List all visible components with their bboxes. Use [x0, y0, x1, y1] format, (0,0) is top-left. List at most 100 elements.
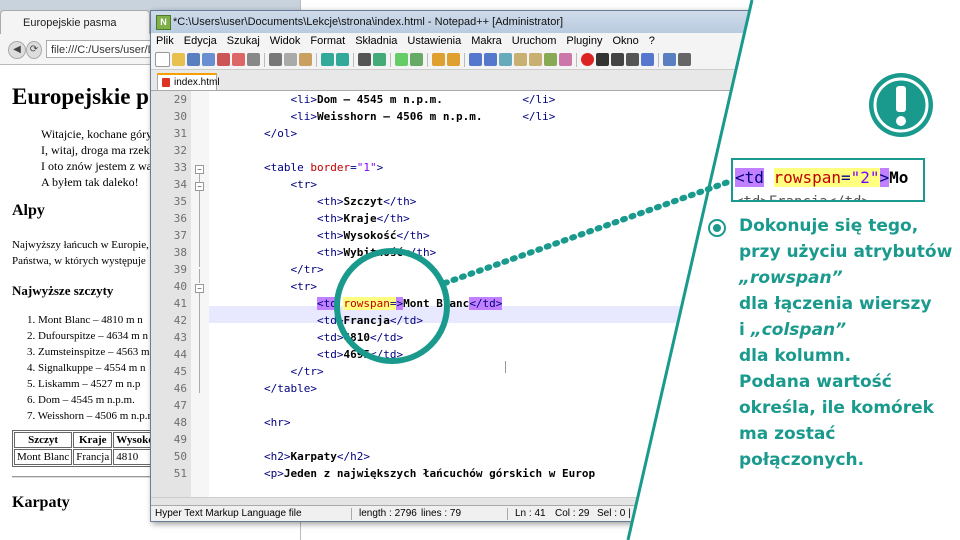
code-text: Kraje [343, 212, 377, 225]
code-tag: </h2> [336, 450, 370, 463]
desc-line: połączonych. [739, 450, 865, 470]
line-number: 31 [173, 127, 187, 140]
back-icon[interactable]: ◀ [8, 41, 26, 59]
code-tag: </table> [263, 382, 317, 395]
line-number: 49 [173, 433, 187, 446]
code-tag: <h2> [263, 450, 291, 463]
print-icon[interactable] [247, 53, 260, 66]
udl-icon[interactable] [514, 53, 527, 66]
indent-guide-icon[interactable] [499, 53, 512, 66]
desc-line: Dokonuje się tego, [739, 216, 919, 236]
list-item: 5. Liskamm – 4527 m n.p [27, 378, 141, 390]
fold-margin [191, 91, 209, 497]
close-all-icon[interactable] [232, 53, 245, 66]
poem-line: I, witaj, droga ma rzeko [41, 143, 156, 157]
code-text: Wybitność [343, 246, 404, 259]
line-number: 30 [173, 110, 187, 123]
menu-widok[interactable]: Widok [265, 33, 306, 50]
line-number: 51 [173, 467, 187, 480]
stop-macro-icon[interactable] [596, 53, 609, 66]
menu-okno[interactable]: Okno [607, 33, 643, 50]
status-filetype: Hyper Text Markup Language file [155, 508, 302, 519]
cut-icon[interactable] [269, 53, 282, 66]
play-macro-icon[interactable] [611, 53, 624, 66]
close-file-icon[interactable] [217, 53, 230, 66]
desc-line: dla łączenia wierszy [739, 294, 932, 314]
zoom-out-icon[interactable] [410, 53, 423, 66]
menu-edycja[interactable]: Edycja [179, 33, 222, 50]
undo-icon[interactable] [321, 53, 334, 66]
code-line-29: <li>Dom – 4545 m n.p.m. </li> [211, 93, 555, 106]
callout-code-line: <td rowspan="2">Mo [735, 168, 908, 187]
toolbar-separator [390, 52, 391, 67]
copy-icon[interactable] [284, 53, 297, 66]
doc-map-icon[interactable] [529, 53, 542, 66]
record-macro-icon[interactable] [581, 53, 594, 66]
paste-icon[interactable] [299, 53, 312, 66]
status-separator [351, 508, 352, 520]
desc-line: „rowspan” [739, 265, 959, 291]
line-number: 43 [173, 331, 187, 344]
code-line-34: <tr> [211, 178, 317, 191]
function-list-icon[interactable] [544, 53, 557, 66]
redo-icon[interactable] [336, 53, 349, 66]
browser-tab[interactable]: Europejskie pasma górskie [0, 10, 150, 53]
sync-v-icon[interactable] [432, 53, 445, 66]
toolbar-separator [464, 52, 465, 67]
npp-toolbar [151, 50, 753, 70]
callout-value: "2" [850, 168, 880, 187]
callout-text: Mo [889, 168, 909, 187]
code-editor[interactable]: 29 30 31 32 33 34 35 36 37 38 39 40 41 4… [151, 91, 753, 497]
table-cell: Francja [73, 449, 113, 465]
extra-tool-icon[interactable] [678, 53, 691, 66]
spellcheck-icon[interactable] [663, 53, 676, 66]
zoom-in-icon[interactable] [395, 53, 408, 66]
fold-toggle-icon[interactable]: − [195, 165, 204, 174]
menu-skladnia[interactable]: Składnia [350, 33, 402, 50]
replace-icon[interactable] [373, 53, 386, 66]
code-value: "1" [356, 161, 377, 174]
code-line-31: </ol> [211, 127, 297, 140]
code-tag: <li> [290, 93, 317, 106]
menu-help[interactable]: ? [644, 33, 660, 50]
code-tag: <td> [316, 331, 344, 344]
menu-makra[interactable]: Makra [466, 33, 507, 50]
line-number: 33 [173, 161, 187, 174]
menu-format[interactable]: Format [305, 33, 350, 50]
menu-szukaj[interactable]: Szukaj [222, 33, 265, 50]
file-tab[interactable]: index.html [157, 73, 220, 90]
word-wrap-icon[interactable] [469, 53, 482, 66]
menu-plik[interactable]: Plik [151, 33, 179, 50]
line-number: 48 [173, 416, 187, 429]
menu-pluginy[interactable]: Pluginy [561, 33, 607, 50]
desc-line: określa, ile komórek [739, 398, 934, 418]
save-macro-icon[interactable] [641, 53, 654, 66]
code-tag: </td> [389, 314, 423, 327]
carpathians-heading: Karpaty [12, 494, 70, 511]
list-item: 1. Mont Blanc – 4810 m n [27, 314, 143, 326]
fold-toggle-icon[interactable]: − [195, 284, 204, 293]
fold-toggle-icon[interactable]: − [195, 182, 204, 191]
new-file-icon[interactable] [155, 52, 170, 67]
poem-line: A byłem tak daleko! [41, 175, 139, 189]
code-tag: <li> [290, 110, 317, 123]
desc-line: i „colspan” [739, 317, 959, 343]
menu-uruchom[interactable]: Uruchom [507, 33, 562, 50]
sync-h-icon[interactable] [447, 53, 460, 66]
show-all-chars-icon[interactable] [484, 53, 497, 66]
line-number: 29 [173, 93, 187, 106]
folder-workspace-icon[interactable] [559, 53, 572, 66]
open-file-icon[interactable] [172, 53, 185, 66]
reload-icon[interactable]: ⟳ [26, 41, 42, 59]
menu-ustawienia[interactable]: Ustawienia [402, 33, 466, 50]
run-macro-multiple-icon[interactable] [626, 53, 639, 66]
find-icon[interactable] [358, 53, 371, 66]
line-number: 46 [173, 382, 187, 395]
code-line-38: <th>Wybitność</th> [211, 246, 436, 259]
list-item: 6. Dom – 4545 m n.p.m. [27, 394, 135, 406]
line-number: 45 [173, 365, 187, 378]
callout-tag: <td [735, 168, 764, 187]
save-all-icon[interactable] [202, 53, 215, 66]
desc-line: Podana wartość [739, 372, 892, 392]
save-icon[interactable] [187, 53, 200, 66]
